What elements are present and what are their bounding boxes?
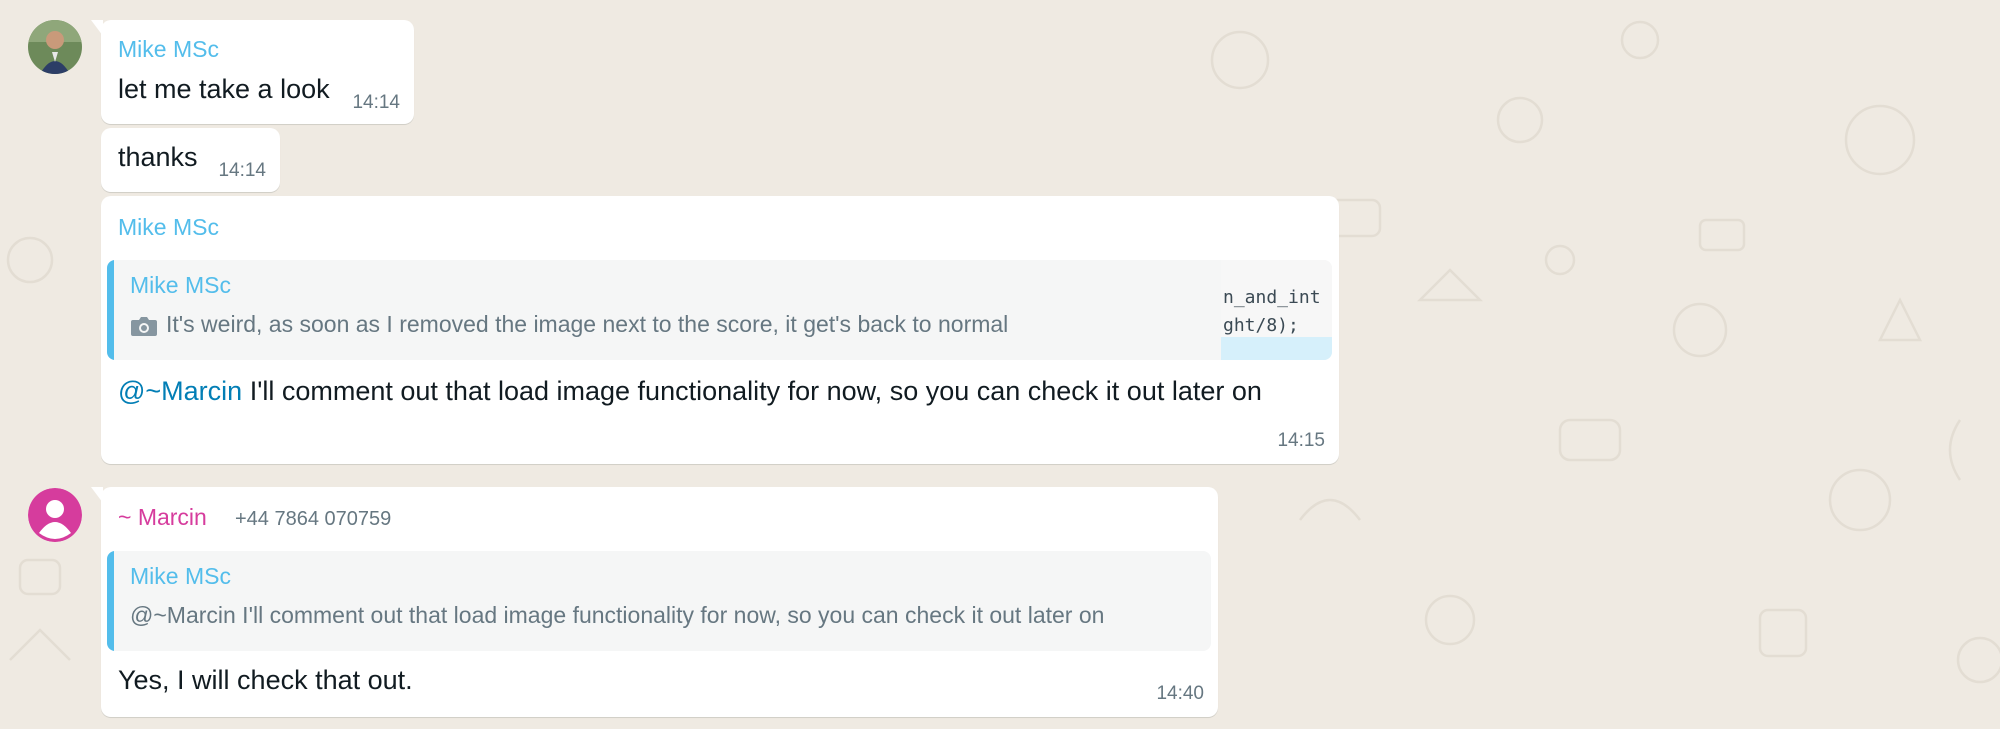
sender-name[interactable]: Mike MSc — [118, 214, 219, 241]
avatar-mike[interactable] — [28, 20, 82, 74]
message-time: 14:15 — [1277, 430, 1325, 451]
bubble-tail — [91, 487, 103, 503]
mention-link[interactable]: @~Marcin — [118, 376, 242, 406]
code-highlight — [1221, 337, 1332, 360]
quoted-message[interactable]: Mike MSc It's weird, as soon as I remove… — [107, 260, 1332, 360]
quote-sender-name: Mike MSc — [130, 563, 231, 589]
message-bubble-4[interactable]: ~ Marcin +44 7864 070759 Mike MSc @~Marc… — [91, 487, 1218, 717]
quote-accent-bar — [107, 551, 114, 651]
quote-sender-name: Mike MSc — [130, 272, 231, 298]
message-text: let me take a look — [118, 74, 330, 104]
quote-text: @~Marcin I'll comment out that load imag… — [130, 602, 1105, 628]
quote-accent-bar — [107, 260, 114, 360]
message-text-row: @~Marcin I'll comment out that load imag… — [118, 376, 1262, 407]
message-text: thanks — [118, 142, 198, 172]
sender-phone: +44 7864 070759 — [235, 508, 392, 530]
message-bubble-1[interactable]: Mike MSc let me take a look 14:14 — [91, 20, 414, 124]
bubble-tail — [91, 20, 103, 36]
default-user-icon — [28, 488, 82, 542]
sender-name[interactable]: ~ Marcin — [118, 504, 207, 531]
message-text: Yes, I will check that out. — [118, 665, 413, 695]
sender-name[interactable]: Mike MSc — [118, 36, 219, 63]
message-time: 14:40 — [1156, 683, 1204, 704]
message-time: 14:14 — [352, 92, 400, 113]
camera-icon — [130, 314, 158, 343]
avatar-marcin[interactable] — [28, 488, 82, 542]
message-bubble-3[interactable]: Mike MSc Mike MSc It's weird, as soon as… — [101, 196, 1339, 464]
message-text: I'll comment out that load image functio… — [242, 376, 1262, 406]
quote-text: It's weird, as soon as I removed the ima… — [166, 311, 1009, 337]
code-line-1: n_and_int — [1223, 287, 1321, 308]
quote-image-thumbnail: n_and_int ght/8); — [1221, 260, 1332, 360]
quoted-message[interactable]: Mike MSc @~Marcin I'll comment out that … — [107, 551, 1211, 651]
code-line-2: ght/8); — [1223, 315, 1299, 336]
profile-photo-icon — [28, 20, 82, 74]
message-bubble-2[interactable]: thanks 14:14 — [101, 128, 280, 192]
message-time: 14:14 — [218, 160, 266, 181]
